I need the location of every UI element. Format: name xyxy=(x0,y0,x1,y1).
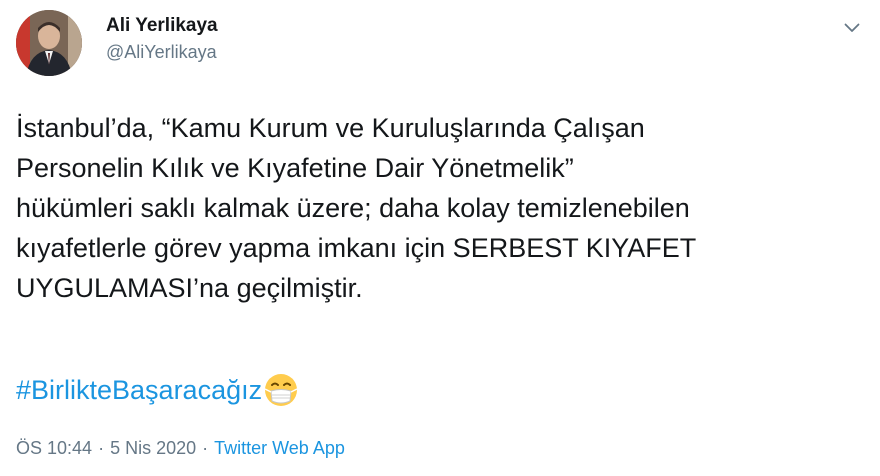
meta-separator: · xyxy=(98,438,105,458)
hashtag-line: #BirlikteBaşaracağız xyxy=(16,370,300,410)
user-handle[interactable]: @AliYerlikaya xyxy=(106,40,218,64)
tweet-source-link[interactable]: Twitter Web App xyxy=(214,438,345,458)
hashtag-link[interactable]: #BirlikteBaşaracağız xyxy=(16,370,262,410)
chevron-down-icon[interactable] xyxy=(840,16,864,40)
tweet-text: İstanbul’da, “Kamu Kurum ve Kuruluşların… xyxy=(16,113,697,303)
avatar[interactable] xyxy=(16,10,82,76)
face-with-medical-mask-icon xyxy=(262,371,300,409)
tweet-meta: ÖS 10:44 · 5 Nis 2020 · Twitter Web App xyxy=(16,436,345,460)
tweet-header: Ali Yerlikaya @AliYerlikaya xyxy=(16,8,864,80)
display-name[interactable]: Ali Yerlikaya xyxy=(106,14,218,38)
meta-separator: · xyxy=(202,438,209,458)
user-names: Ali Yerlikaya @AliYerlikaya xyxy=(106,14,218,64)
tweet-date[interactable]: 5 Nis 2020 xyxy=(110,438,196,458)
tweet-time[interactable]: ÖS 10:44 xyxy=(16,438,92,458)
